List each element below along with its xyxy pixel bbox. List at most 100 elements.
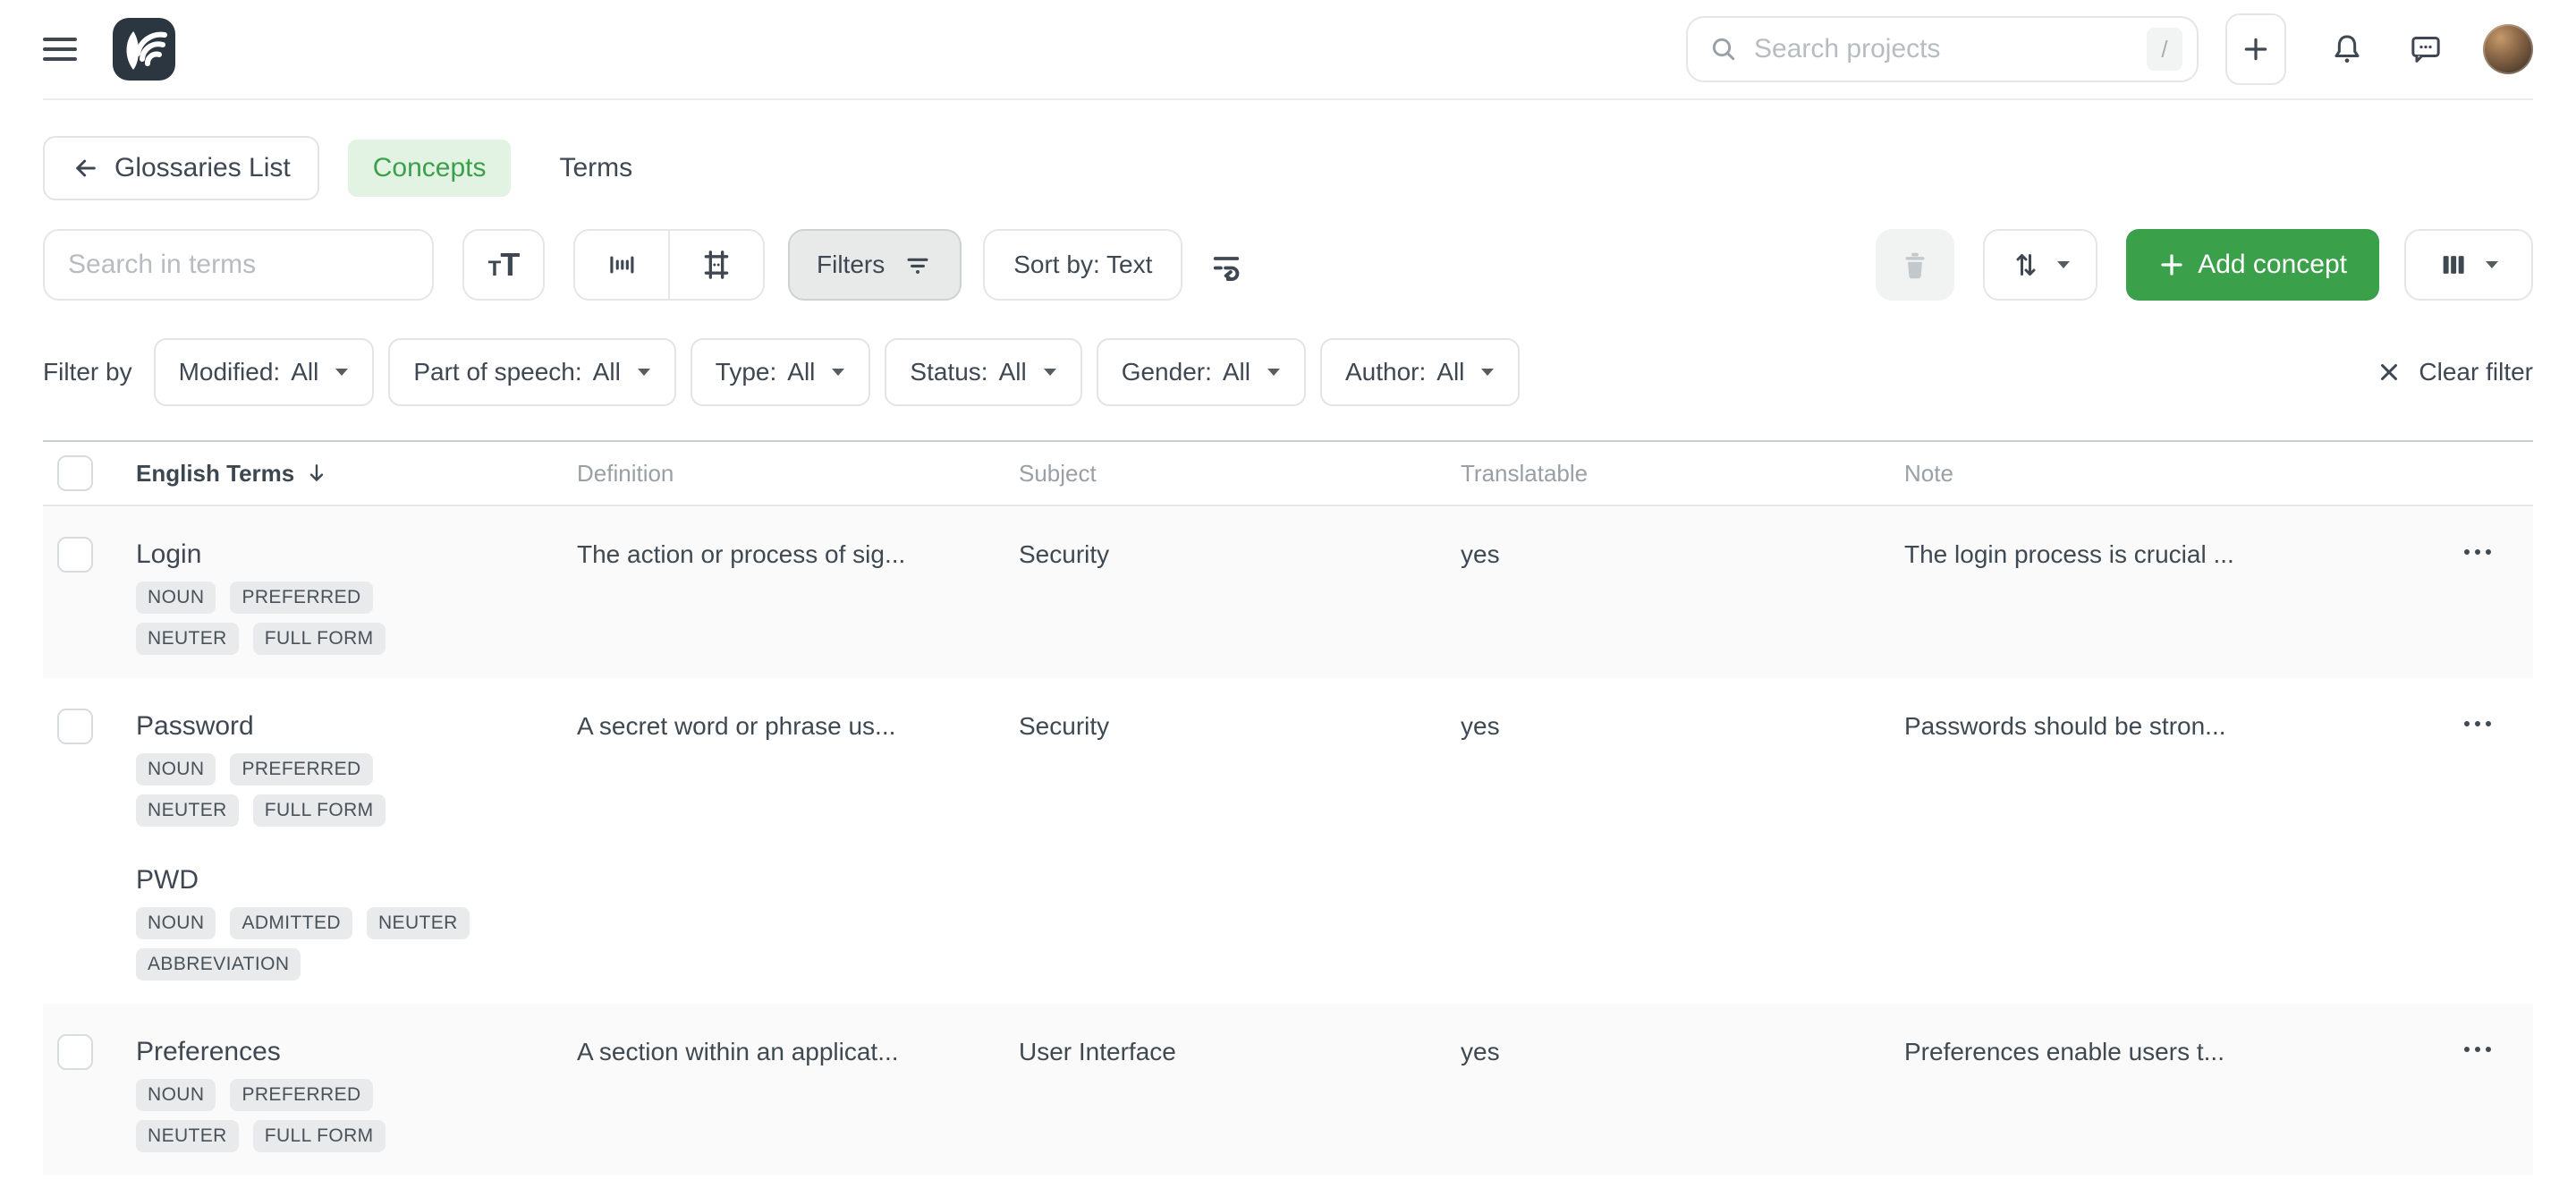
search-scope-toggle — [573, 229, 765, 301]
search-projects-box: / — [1686, 16, 2199, 82]
filter-icon — [902, 250, 933, 280]
sort-by-label: Sort by: Text — [1013, 250, 1152, 279]
term-badge: PREFERRED — [230, 753, 372, 785]
app-logo-icon[interactable] — [113, 18, 175, 81]
filter-dropdown-status[interactable]: Status:All — [885, 338, 1081, 406]
create-new-button[interactable] — [2225, 13, 2286, 85]
term-badge: FULL FORM — [253, 794, 386, 827]
add-concept-button[interactable]: Add concept — [2126, 229, 2379, 301]
caret-down-icon — [335, 368, 349, 377]
sort-by-button[interactable]: Sort by: Text — [983, 229, 1182, 301]
text-case-icon: TT — [488, 249, 520, 281]
filter-dropdown-author[interactable]: Author:All — [1320, 338, 1520, 406]
topbar-divider — [43, 98, 2533, 100]
notifications-bell-icon[interactable] — [2329, 31, 2365, 67]
search-shortcut-badge: / — [2147, 28, 2182, 71]
terms-toolbar: TT Filters — [0, 227, 2576, 302]
filter-dropdown-gender[interactable]: Gender: All — [1097, 338, 1306, 406]
column-header-note[interactable]: Note — [1904, 460, 2460, 488]
caret-down-icon — [637, 368, 651, 377]
filter-dropdown-modified[interactable]: Modified:All — [154, 338, 375, 406]
table-row: Login NOUN PREFERRED NEUTER FULL FORM The act… — [43, 506, 2533, 678]
term-badge: ADMITTED — [230, 907, 352, 939]
table-row: PreferencesNOUNPREFERREDNEUTERFULL FORMA… — [43, 1004, 2533, 1176]
term-badge: NEUTER — [136, 794, 239, 827]
filter-bar: Filter by Modified:AllPart of speech:All… — [0, 338, 2576, 406]
tab-terms[interactable]: Terms — [559, 153, 632, 183]
caret-down-icon — [831, 368, 845, 377]
filter-value: All — [999, 358, 1027, 386]
search-projects-input[interactable] — [1754, 34, 2147, 64]
user-avatar[interactable] — [2483, 24, 2533, 74]
kebab-icon — [2460, 1043, 2496, 1056]
cell-definition: A section within an applicat... — [577, 1034, 1019, 1070]
filters-button-label: Filters — [817, 250, 885, 279]
cell-translatable: yes — [1461, 1034, 1904, 1070]
hamburger-menu-icon[interactable] — [43, 31, 77, 67]
strings-icon — [605, 248, 639, 282]
column-header-subject[interactable]: Subject — [1019, 460, 1461, 488]
filter-value: All — [1223, 358, 1250, 386]
cell-translatable: yes — [1461, 537, 1904, 573]
add-concept-label: Add concept — [2198, 250, 2347, 280]
term-badge: NEUTER — [136, 1120, 239, 1152]
wrap-lines-button[interactable] — [1208, 246, 1245, 284]
wrap-icon — [1208, 246, 1245, 284]
cell-subject: Security — [1019, 709, 1461, 744]
term-badge: NOUN — [136, 582, 216, 614]
select-all-checkbox[interactable] — [57, 455, 93, 491]
search-terms-box — [43, 229, 434, 301]
term-badge: PREFERRED — [230, 1079, 372, 1111]
cell-definition: The action or process of sig... — [577, 537, 1019, 573]
term-name[interactable]: PWD — [136, 862, 577, 898]
term-badges: NOUN PREFERRED NEUTER FULL FORM — [136, 582, 485, 655]
filter-dropdown-type[interactable]: Type: All — [691, 338, 871, 406]
columns-config-button[interactable] — [2404, 229, 2533, 301]
match-frame-toggle[interactable] — [670, 231, 763, 299]
filter-label: Author: — [1345, 358, 1426, 386]
filter-value: All — [787, 358, 815, 386]
caret-down-icon — [1267, 368, 1281, 377]
term-badge: ABBREVIATION — [136, 948, 301, 981]
row-checkbox[interactable] — [57, 1034, 93, 1070]
cell-subject: User Interface — [1019, 1034, 1461, 1070]
row-checkbox[interactable] — [57, 537, 93, 573]
filter-dropdown-part-of-speech[interactable]: Part of speech:All — [388, 338, 675, 406]
term-badge: NEUTER — [136, 623, 239, 655]
term-badges: NOUNPREFERREDNEUTERFULL FORM — [136, 1079, 485, 1152]
search-terms-input[interactable] — [68, 250, 409, 280]
column-header-definition[interactable]: Definition — [577, 460, 1019, 488]
column-header-translatable[interactable]: Translatable — [1461, 460, 1904, 488]
filter-label: Gender: — [1122, 358, 1212, 386]
term-badge: PREFERRED — [230, 582, 372, 614]
columns-icon — [2438, 250, 2469, 280]
term-badge: FULL FORM — [253, 623, 386, 655]
sort-order-button[interactable] — [1983, 229, 2097, 301]
search-icon — [1709, 35, 1738, 64]
filter-label: Type: — [716, 358, 776, 386]
match-strings-toggle[interactable] — [575, 231, 668, 299]
caret-down-icon — [1480, 368, 1495, 377]
term-block: PWD NOUNADMITTEDNEUTERABBREVIATION — [136, 862, 577, 981]
clear-filter-button[interactable]: Clear filter — [2376, 358, 2533, 386]
filter-value: All — [291, 358, 318, 386]
back-button-label: Glossaries List — [114, 153, 291, 183]
row-checkbox[interactable] — [57, 709, 93, 744]
cell-translatable: yes — [1461, 709, 1904, 744]
row-menu-button[interactable] — [2460, 1043, 2496, 1056]
feedback-chat-icon[interactable] — [2408, 31, 2444, 67]
term-name[interactable]: Preferences — [136, 1034, 577, 1070]
row-menu-button[interactable] — [2460, 546, 2496, 558]
match-case-button[interactable]: TT — [462, 229, 545, 301]
term-name[interactable]: Login — [136, 537, 577, 573]
term-badge: NOUN — [136, 753, 216, 785]
filters-button[interactable]: Filters — [788, 229, 962, 301]
column-header-english-terms[interactable]: English Terms — [136, 460, 577, 488]
back-to-glossaries-button[interactable]: Glossaries List — [43, 136, 319, 200]
tab-concepts[interactable]: Concepts — [348, 140, 512, 197]
delete-selected-button[interactable] — [1876, 229, 1954, 301]
row-menu-button[interactable] — [2460, 717, 2496, 730]
term-badges: NOUNADMITTEDNEUTERABBREVIATION — [136, 907, 485, 981]
term-name[interactable]: Password — [136, 709, 577, 744]
term-block: Login NOUN PREFERRED NEUTER FULL FORM — [136, 537, 577, 655]
